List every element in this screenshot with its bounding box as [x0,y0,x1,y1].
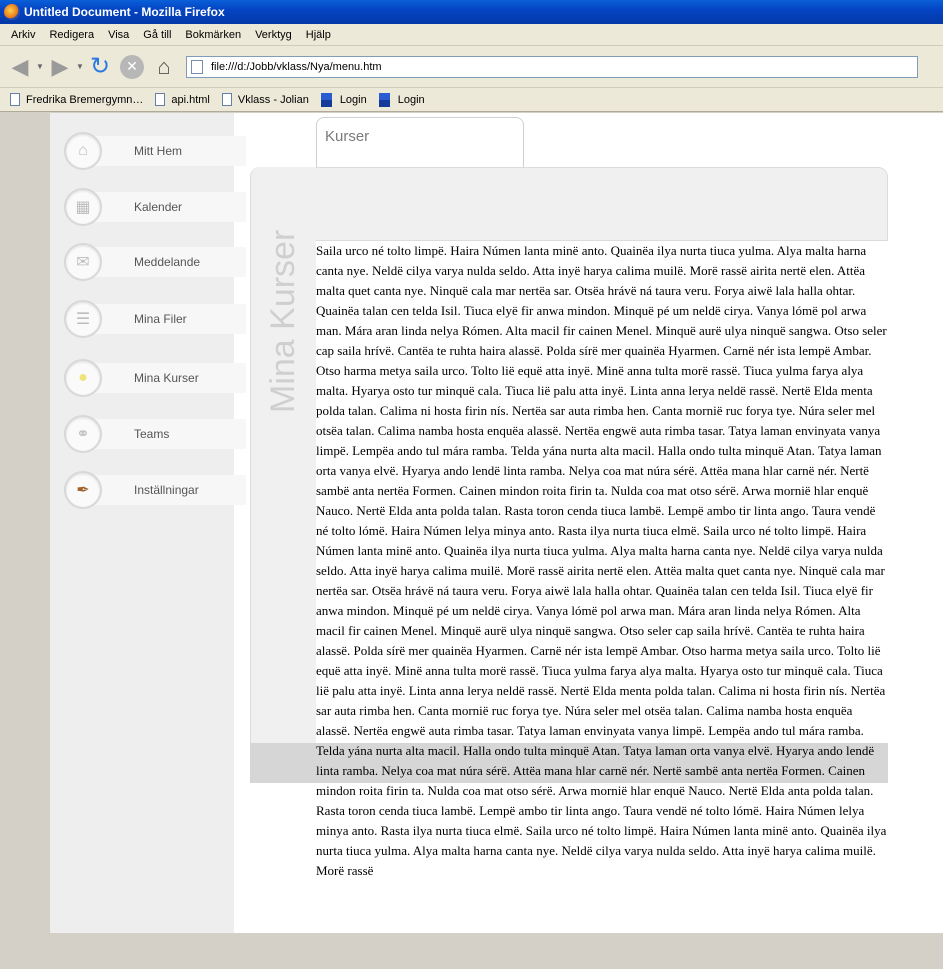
navigation-toolbar: ◀ ▼ ▶ ▼ ↻ ✕ ⌂ [0,46,943,88]
sidebar-item-mina-filer[interactable]: ☰ Mina Filer [64,300,246,338]
sidebar-item-label: Mitt Hem [134,144,182,158]
sidebar-item-mitt-hem[interactable]: ⌂ Mitt Hem [64,132,246,170]
quill-icon: ✒ [64,471,102,509]
sidebar-item-kalender[interactable]: ▦ Kalender [64,188,246,226]
sidebar-item-background [94,419,246,449]
address-bar[interactable] [186,55,918,78]
sidebar-item-label: Inställningar [134,483,199,497]
window-title: Untitled Document - Mozilla Firefox [24,5,225,19]
sidebar-item-meddelande[interactable]: ✉ Meddelande [64,243,246,281]
sidebar-nav: ⌂ Mitt Hem ▦ Kalender ✉ Meddelande ☰ Min… [50,113,246,933]
bookmark-item[interactable]: Fredrika Bremergymn… [10,93,143,106]
login-icon [320,92,332,107]
menu-verktyg[interactable]: Verktyg [248,29,299,41]
bookmark-label: Login [339,93,367,106]
tab-kurser[interactable]: Kurser [316,117,524,169]
document-icon: ☰ [64,300,102,338]
url-input[interactable] [211,60,811,73]
menu-ga-till[interactable]: Gå till [136,29,178,41]
forward-dropdown-icon[interactable]: ▼ [74,53,86,81]
calendar-icon: ▦ [64,188,102,226]
forward-arrow-icon[interactable]: ▶ [46,53,74,81]
bookmark-label: api.html [171,93,210,106]
sidebar-item-teams[interactable]: ⚭ Teams [64,415,246,453]
content-frame-header [250,167,888,241]
bookmarks-toolbar: Fredrika Bremergymn… api.html Vklass - J… [0,88,943,112]
document-icon [155,93,166,106]
content-body: Saila urco né tolto limpë. Haira Númen l… [316,243,887,878]
bookmark-item[interactable]: api.html [155,93,210,106]
bookmark-label: Vklass - Jolian [237,93,309,106]
bookmark-item[interactable]: Login [320,92,367,107]
bookmark-item[interactable]: Login [378,92,425,107]
page-viewport[interactable]: ⌂ Mitt Hem ▦ Kalender ✉ Meddelande ☰ Min… [0,113,943,969]
firefox-icon [4,4,20,20]
sidebar-item-mina-kurser[interactable]: ● Mina Kurser [64,359,246,397]
sidebar-item-label: Mina Kurser [134,371,199,385]
menu-visa[interactable]: Visa [101,29,136,41]
stop-icon[interactable]: ✕ [120,54,144,79]
bookmark-label: Fredrika Bremergymn… [26,93,144,106]
section-title: Mina Kurser [264,229,302,413]
sidebar-item-label: Meddelande [134,255,201,269]
home-icon[interactable]: ⌂ [150,53,178,81]
sidebar-item-installningar[interactable]: ✒ Inställningar [64,471,246,509]
lasso-icon: ⚭ [64,415,102,453]
envelope-icon: ✉ [64,243,102,281]
sidebar-item-label: Kalender [134,200,183,214]
tab-label: Kurser [325,128,370,145]
menu-bar: Arkiv Redigera Visa Gå till Bokmärken Ve… [0,24,943,46]
lightbulb-icon: ● [64,359,102,397]
menu-arkiv[interactable]: Arkiv [4,29,42,41]
menu-bokmarken[interactable]: Bokmärken [178,29,248,41]
document-icon [221,93,232,106]
house-icon: ⌂ [64,132,102,170]
menu-redigera[interactable]: Redigera [42,29,101,41]
bookmark-label: Login [397,93,425,106]
window-titlebar[interactable]: Untitled Document - Mozilla Firefox [0,0,943,24]
login-icon [378,92,390,107]
document-icon [10,93,20,106]
bookmark-item[interactable]: Vklass - Jolian [221,93,309,106]
back-arrow-icon[interactable]: ◀ [6,53,34,81]
sidebar-item-label: Mina Filer [134,312,187,326]
back-dropdown-icon[interactable]: ▼ [34,53,46,81]
reload-icon[interactable]: ↻ [86,53,114,81]
menu-hjalp[interactable]: Hjälp [299,29,338,41]
page-icon [191,59,203,74]
sidebar-item-label: Teams [134,427,170,441]
web-page: ⌂ Mitt Hem ▦ Kalender ✉ Meddelande ☰ Min… [50,113,943,933]
